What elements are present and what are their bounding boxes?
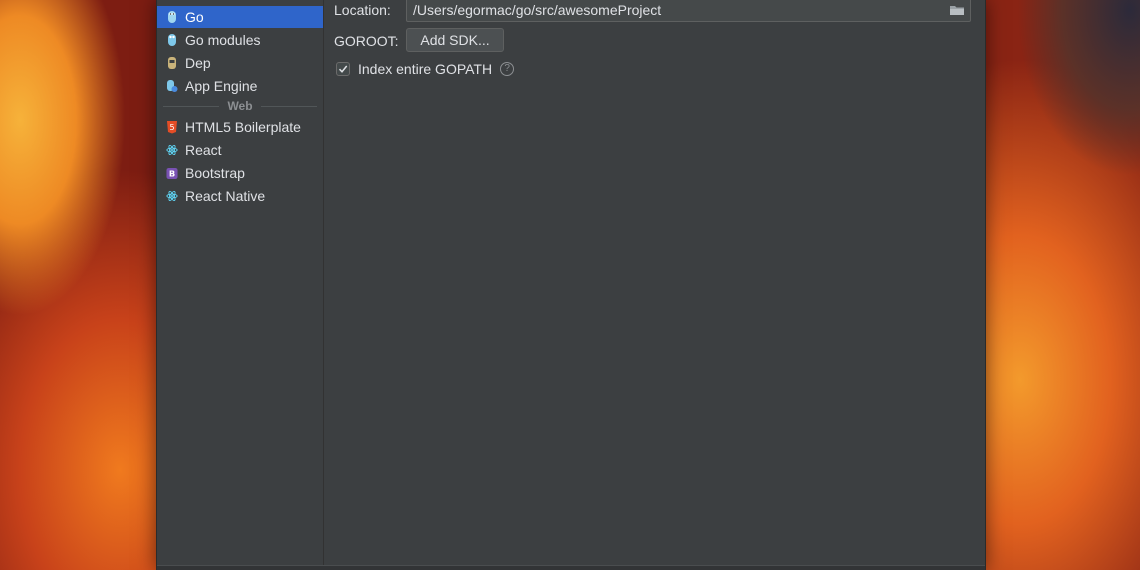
sidebar-item-react-native[interactable]: React Native [157,185,323,207]
help-icon[interactable]: ? [500,62,515,76]
svg-text:B: B [169,168,175,178]
project-type-sidebar: .. Go Go modules Dep App Engine [157,0,324,570]
sidebar-item-label: HTML5 Boilerplate [185,119,301,135]
sidebar-item-dep[interactable]: Dep [157,52,323,74]
dialog-bottom-bar [157,565,985,570]
index-gopath-label: Index entire GOPATH [358,61,493,77]
react-icon [166,189,178,203]
group-header-web: Web [157,98,323,114]
project-settings-panel: Location: GOROOT: Add SDK... Index entir… [324,0,985,570]
location-input[interactable] [406,0,971,22]
svg-text:5: 5 [169,123,174,132]
sidebar-item-label: React [185,142,222,158]
sidebar-item-label: Bootstrap [185,165,245,181]
sidebar-item-label: React Native [185,188,266,204]
dep-icon [166,56,178,70]
wallpaper-right [980,0,1140,570]
sidebar-item-html5-boilerplate[interactable]: 5 HTML5 Boilerplate [157,116,323,138]
index-gopath-checkbox[interactable] [336,62,350,76]
sidebar-item-label: Go modules [185,32,261,48]
sidebar-item-label: Dep [185,55,211,71]
new-project-dialog: .. Go Go modules Dep App Engine [156,0,986,570]
sidebar-item-app-engine[interactable]: App Engine [157,75,323,97]
group-header-label: Web [227,99,253,113]
add-sdk-button[interactable]: Add SDK... [406,28,504,52]
sidebar-item-label: App Engine [185,78,258,94]
wallpaper-left [0,0,160,570]
divider [260,105,317,107]
app-engine-icon [166,79,178,93]
sidebar-item-go-modules[interactable]: Go modules [157,29,323,51]
go-gopher-icon [166,33,178,47]
partial-group-header: .. [227,0,251,1]
divider [163,105,220,107]
sidebar-item-label: Go [185,9,204,25]
sidebar-item-bootstrap[interactable]: B Bootstrap [157,162,323,184]
html5-icon: 5 [166,120,178,134]
sidebar-item-go[interactable]: Go [157,6,323,28]
index-gopath-option: Index entire GOPATH ? [336,61,515,77]
sidebar-item-react[interactable]: React [157,139,323,161]
go-gopher-icon [166,10,178,24]
location-label: Location: [334,2,391,18]
folder-icon[interactable] [948,2,966,18]
bootstrap-icon: B [166,166,178,180]
checkmark-icon [338,64,348,74]
goroot-label: GOROOT: [334,33,399,49]
react-icon [166,143,178,157]
